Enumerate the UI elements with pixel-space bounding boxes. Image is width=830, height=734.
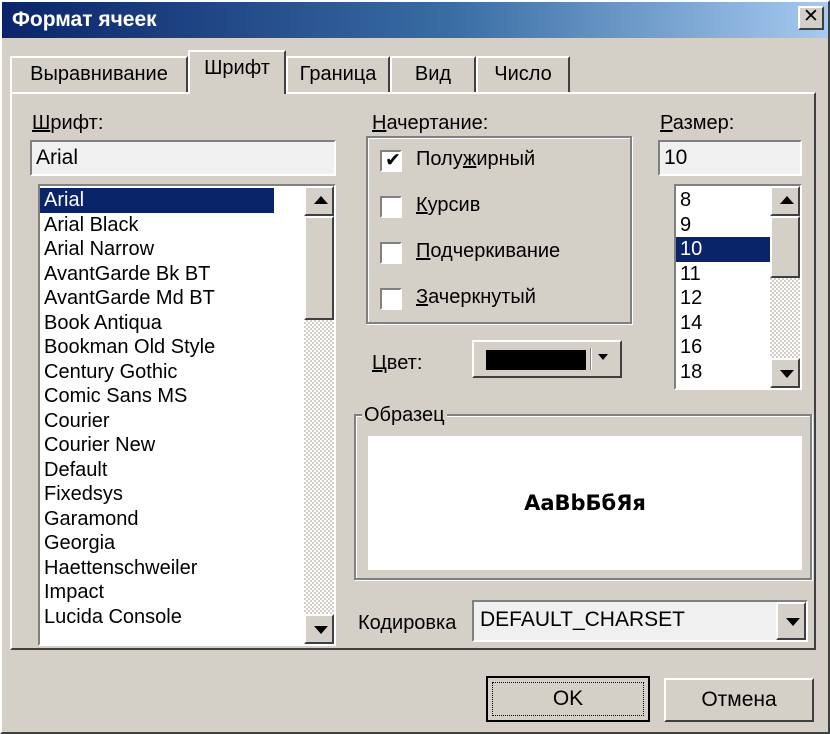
encoding-select[interactable]: DEFAULT_CHARSET: [472, 600, 808, 642]
style-option-label: Зачеркнутый: [416, 286, 536, 308]
ok-button[interactable]: OK: [486, 676, 650, 722]
size-list-item[interactable]: 18: [676, 360, 770, 385]
font-list-scrollbar[interactable]: [304, 186, 334, 644]
size-list-item[interactable]: 14: [676, 311, 770, 336]
close-icon[interactable]: ✕: [798, 6, 824, 30]
checkbox[interactable]: [380, 242, 402, 264]
style-option-label: Полужирный: [416, 148, 536, 170]
chevron-down-icon: [598, 354, 608, 360]
format-cells-dialog: Формат ячеек ✕ Выравнивание Шрифт Границ…: [0, 0, 830, 734]
scroll-down-button[interactable]: [770, 358, 800, 388]
style-option[interactable]: Подчеркивание: [380, 240, 620, 266]
font-list-item[interactable]: Fixedsys: [40, 482, 274, 507]
scroll-up-button[interactable]: [770, 186, 800, 216]
style-option-label: Подчеркивание: [416, 240, 561, 262]
style-label: Начертание:: [372, 112, 489, 134]
tab-number[interactable]: Число: [476, 56, 570, 92]
font-list-item[interactable]: Courier New: [40, 433, 274, 458]
title-bar[interactable]: Формат ячеек ✕: [2, 2, 828, 38]
arrow-down-icon: [780, 370, 794, 378]
encoding-dropdown-button[interactable]: [776, 602, 806, 640]
tab-border[interactable]: Граница: [286, 56, 390, 92]
size-list-item[interactable]: 10: [676, 237, 770, 262]
style-option-label: Курсив: [416, 194, 481, 216]
divider: [590, 348, 591, 370]
font-label: Шрифт:: [32, 112, 104, 134]
size-list[interactable]: 8 9 10 11 12 14 16 18: [674, 184, 802, 390]
color-label: Цвет:: [372, 352, 423, 374]
checkbox[interactable]: [380, 288, 402, 310]
style-option[interactable]: Зачеркнутый: [380, 286, 620, 312]
sample-label: Образец: [362, 404, 447, 427]
font-list-item[interactable]: Garamond: [40, 507, 274, 532]
font-list-item[interactable]: AvantGarde Bk BT: [40, 262, 274, 287]
size-list-scrollbar[interactable]: [770, 186, 800, 388]
window-title: Формат ячеек: [12, 8, 157, 31]
font-list-item[interactable]: Default: [40, 458, 274, 483]
chevron-down-icon: [786, 618, 800, 626]
size-list-item[interactable]: 11: [676, 262, 770, 287]
font-name-input[interactable]: Arial: [30, 140, 336, 176]
size-list-item[interactable]: 8: [676, 188, 770, 213]
scroll-thumb[interactable]: [304, 216, 334, 320]
font-list-item[interactable]: Courier: [40, 409, 274, 434]
font-list-item[interactable]: Bookman Old Style: [40, 335, 274, 360]
tab-alignment[interactable]: Выравнивание: [10, 56, 188, 92]
color-picker[interactable]: [472, 340, 622, 378]
font-list[interactable]: Arial Arial Black Arial Narrow AvantGarde B…: [38, 184, 336, 646]
checkbox[interactable]: ✔: [380, 150, 402, 172]
font-list-item[interactable]: Lucida Console: [40, 605, 274, 630]
arrow-up-icon: [780, 196, 794, 204]
size-list-item[interactable]: 9: [676, 213, 770, 238]
size-label: Размер:: [660, 112, 735, 134]
size-list-item[interactable]: 16: [676, 335, 770, 360]
scroll-down-button[interactable]: [304, 614, 334, 644]
sample-preview: АаBbБбЯя: [368, 436, 802, 570]
arrow-up-icon: [314, 196, 328, 204]
style-option[interactable]: ✔ Полужирный: [380, 148, 620, 174]
font-list-item[interactable]: AvantGarde Md BT: [40, 286, 274, 311]
tab-patterns[interactable]: Вид: [390, 56, 476, 92]
font-list-item[interactable]: Book Antiqua: [40, 311, 274, 336]
size-input[interactable]: 10: [658, 140, 802, 176]
color-swatch: [486, 350, 586, 370]
font-list-item[interactable]: Arial: [40, 188, 274, 213]
font-list-item[interactable]: Century Gothic: [40, 360, 274, 385]
scroll-thumb[interactable]: [770, 216, 800, 278]
style-option[interactable]: Курсив: [380, 194, 620, 220]
font-list-item[interactable]: Comic Sans MS: [40, 384, 274, 409]
font-list-item[interactable]: Arial Black: [40, 213, 274, 238]
tab-font[interactable]: Шрифт: [188, 50, 286, 94]
font-list-item[interactable]: Haettenschweiler: [40, 556, 274, 581]
checkmark-icon: ✔: [385, 150, 401, 171]
encoding-label: Кодировка: [358, 612, 457, 634]
font-list-item[interactable]: Arial Narrow: [40, 237, 274, 262]
checkbox[interactable]: [380, 196, 402, 218]
arrow-down-icon: [314, 626, 328, 634]
size-list-item[interactable]: 12: [676, 286, 770, 311]
font-list-item[interactable]: Georgia: [40, 531, 274, 556]
font-list-item[interactable]: Impact: [40, 580, 274, 605]
encoding-value: DEFAULT_CHARSET: [480, 608, 685, 631]
ok-button-label: OK: [492, 682, 644, 716]
scroll-up-button[interactable]: [304, 186, 334, 216]
cancel-button[interactable]: Отмена: [664, 678, 814, 722]
